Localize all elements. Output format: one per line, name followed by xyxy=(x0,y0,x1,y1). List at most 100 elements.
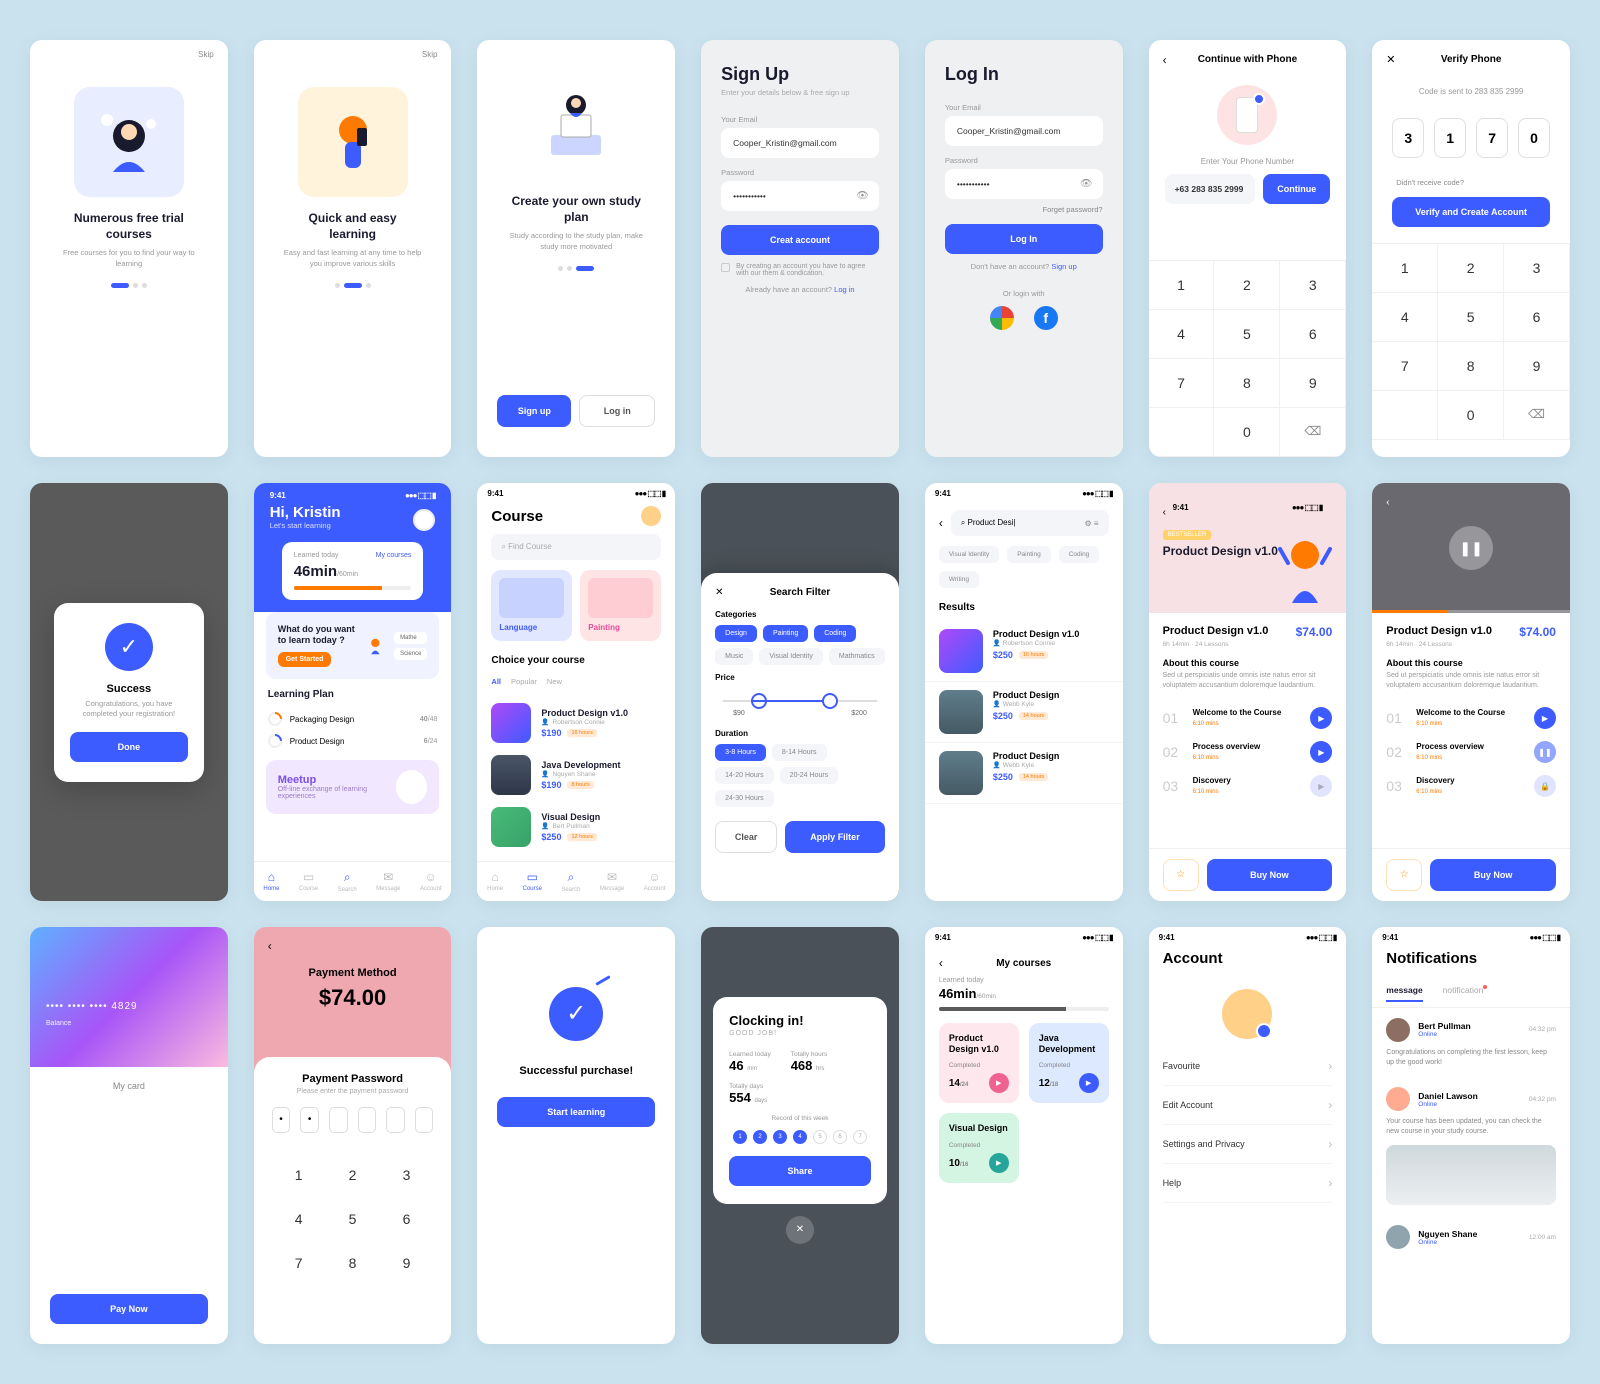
key-1[interactable]: 1 xyxy=(1149,261,1215,310)
favorite-button[interactable]: ☆ xyxy=(1163,859,1199,891)
key-6[interactable]: 6 xyxy=(1280,310,1346,359)
tab-message[interactable]: message xyxy=(1386,985,1422,1001)
result-item[interactable]: Product Design v1.0👤 Robertson Connie$25… xyxy=(925,621,1123,682)
back-icon[interactable]: ‹ xyxy=(1163,507,1166,518)
filter-popular[interactable]: Popular xyxy=(511,674,537,689)
pin-digit[interactable]: • xyxy=(300,1107,319,1133)
back-icon[interactable]: ‹ xyxy=(939,516,943,530)
verify-button[interactable]: Verify and Create Account xyxy=(1392,197,1550,227)
avatar[interactable] xyxy=(641,506,661,526)
meetup-card[interactable]: MeetupOff-line exchange of learning expe… xyxy=(266,760,440,814)
tab-search[interactable]: ⌕Search xyxy=(338,870,357,893)
course-item[interactable]: Java Development👤 Nguyen Shane$1908 hour… xyxy=(477,749,675,801)
search-input[interactable]: ⌕ Product Desi|⚙ ≡ xyxy=(951,510,1109,536)
password-field[interactable]: •••••••••••👁 xyxy=(945,169,1103,199)
pin-digit[interactable] xyxy=(415,1107,434,1133)
start-learning-button[interactable]: Start learning xyxy=(497,1097,655,1127)
key-8[interactable]: 8 xyxy=(1214,359,1280,408)
key-2[interactable]: 2 xyxy=(1214,261,1280,310)
result-item[interactable]: Product Design👤 Webb Kyle$25014 hours xyxy=(925,682,1123,743)
pin-digit[interactable] xyxy=(386,1107,405,1133)
search-input[interactable]: ⌕ Find Course xyxy=(491,534,661,560)
favorite-button[interactable]: ☆ xyxy=(1386,859,1422,891)
pause-button[interactable]: ❚❚ xyxy=(1449,526,1493,570)
notification-item[interactable]: Bert PullmanOnline04:32 pm Congratulatio… xyxy=(1372,1008,1570,1078)
pay-now-button[interactable]: Pay Now xyxy=(50,1294,208,1324)
resend-link[interactable]: Didn't receive code? xyxy=(1372,172,1570,187)
backspace-icon[interactable]: ⌫ xyxy=(1504,391,1570,440)
back-icon[interactable]: ‹ xyxy=(268,939,272,953)
plan-item[interactable]: Packaging Design40/48 xyxy=(254,708,452,730)
tab-account[interactable]: ☺Account xyxy=(644,870,666,893)
pin-digit[interactable]: • xyxy=(272,1107,291,1133)
avatar[interactable] xyxy=(1222,989,1272,1039)
notification-item[interactable]: Nguyen ShaneOnline12:00 am xyxy=(1372,1215,1570,1259)
account-settings[interactable]: Settings and Privacy xyxy=(1163,1125,1333,1164)
chip-design[interactable]: Design xyxy=(715,625,757,642)
lesson-item[interactable]: 01Welcome to the Course6:10 mins▶ xyxy=(1163,701,1333,735)
otp-digit[interactable]: 1 xyxy=(1434,118,1466,158)
key-3[interactable]: 3 xyxy=(1280,261,1346,310)
otp-digit[interactable]: 3 xyxy=(1392,118,1424,158)
lesson-item[interactable]: 03Discovery6:10 mins▶ xyxy=(1163,769,1333,803)
pin-digit[interactable] xyxy=(329,1107,348,1133)
email-field[interactable]: Cooper_Kristin@gmail.com xyxy=(721,128,879,158)
tab-message[interactable]: ✉Message xyxy=(600,870,624,893)
course-card[interactable]: Product Design v1.0 Completed 14/24▶ xyxy=(939,1023,1019,1104)
tab-course[interactable]: ▭Course xyxy=(299,870,318,893)
signup-button[interactable]: Sign up xyxy=(497,395,571,427)
otp-digit[interactable]: 7 xyxy=(1476,118,1508,158)
key-4[interactable]: 4 xyxy=(1149,310,1215,359)
chip-math[interactable]: Mathmatics xyxy=(829,648,885,665)
course-card[interactable]: Visual Design Completed 10/16▶ xyxy=(939,1113,1019,1183)
chip-music[interactable]: Music xyxy=(715,648,753,665)
backspace-icon[interactable]: ⌫ xyxy=(1280,408,1346,457)
back-icon[interactable]: ‹ xyxy=(1163,53,1167,67)
google-login-button[interactable] xyxy=(990,306,1014,330)
key-5[interactable]: 5 xyxy=(1214,310,1280,359)
account-edit[interactable]: Edit Account xyxy=(1163,1086,1333,1125)
course-item[interactable]: Product Design v1.0👤 Robertson Connie$19… xyxy=(477,697,675,749)
lesson-item[interactable]: 02Process overview6:10 mins▶ xyxy=(1163,735,1333,769)
account-help[interactable]: Help xyxy=(1163,1164,1333,1203)
course-card[interactable]: Java Development Completed 12/18▶ xyxy=(1029,1023,1109,1104)
skip-link[interactable]: Skip xyxy=(254,40,452,69)
buy-button[interactable]: Buy Now xyxy=(1207,859,1333,891)
filter-new[interactable]: New xyxy=(547,674,562,689)
tab-home[interactable]: ⌂Home xyxy=(263,870,279,893)
tab-search[interactable]: ⌕Search xyxy=(561,870,580,893)
tab-course[interactable]: ▭Course xyxy=(523,870,542,893)
otp-digit[interactable]: 0 xyxy=(1518,118,1550,158)
category-painting[interactable]: Painting xyxy=(580,570,661,641)
eye-icon[interactable]: 👁 xyxy=(1080,179,1093,190)
done-button[interactable]: Done xyxy=(70,732,188,762)
terms-checkbox[interactable] xyxy=(721,263,730,272)
back-icon[interactable]: ‹ xyxy=(1386,497,1389,508)
login-link[interactable]: Log in xyxy=(834,285,854,294)
skip-link[interactable]: Skip xyxy=(30,40,228,69)
buy-button[interactable]: Buy Now xyxy=(1430,859,1556,891)
key-9[interactable]: 9 xyxy=(1280,359,1346,408)
chip-painting[interactable]: Painting xyxy=(763,625,808,642)
course-item[interactable]: Visual Design👤 Bert Pullman$25012 hours xyxy=(477,801,675,853)
eye-icon[interactable]: 👁 xyxy=(856,191,869,202)
phone-input[interactable]: +63 283 835 2999 xyxy=(1165,174,1256,204)
share-button[interactable]: Share xyxy=(729,1156,871,1186)
price-slider[interactable] xyxy=(723,700,877,702)
create-account-button[interactable]: Creat account xyxy=(721,225,879,255)
signup-link[interactable]: Sign up xyxy=(1051,262,1076,271)
tab-notification[interactable]: notification xyxy=(1443,985,1488,1001)
continue-button[interactable]: Continue xyxy=(1263,174,1330,204)
lesson-item[interactable]: 01Welcome to the Course6:10 mins▶ xyxy=(1386,701,1556,735)
video-progress[interactable] xyxy=(1372,610,1570,613)
login-button[interactable]: Log In xyxy=(945,224,1103,254)
plan-item[interactable]: Product Design6/24 xyxy=(254,730,452,752)
key-0[interactable]: 0 xyxy=(1214,408,1280,457)
password-field[interactable]: •••••••••••👁 xyxy=(721,181,879,211)
apply-button[interactable]: Apply Filter xyxy=(785,821,885,853)
close-icon[interactable]: ✕ xyxy=(715,587,723,598)
forgot-password-link[interactable]: Forget password? xyxy=(925,199,1123,214)
notification-item[interactable]: Daniel LawsonOnline04:32 pm Your course … xyxy=(1372,1077,1570,1215)
clear-button[interactable]: Clear xyxy=(715,821,777,853)
get-started-button[interactable]: Get Started xyxy=(278,652,332,667)
